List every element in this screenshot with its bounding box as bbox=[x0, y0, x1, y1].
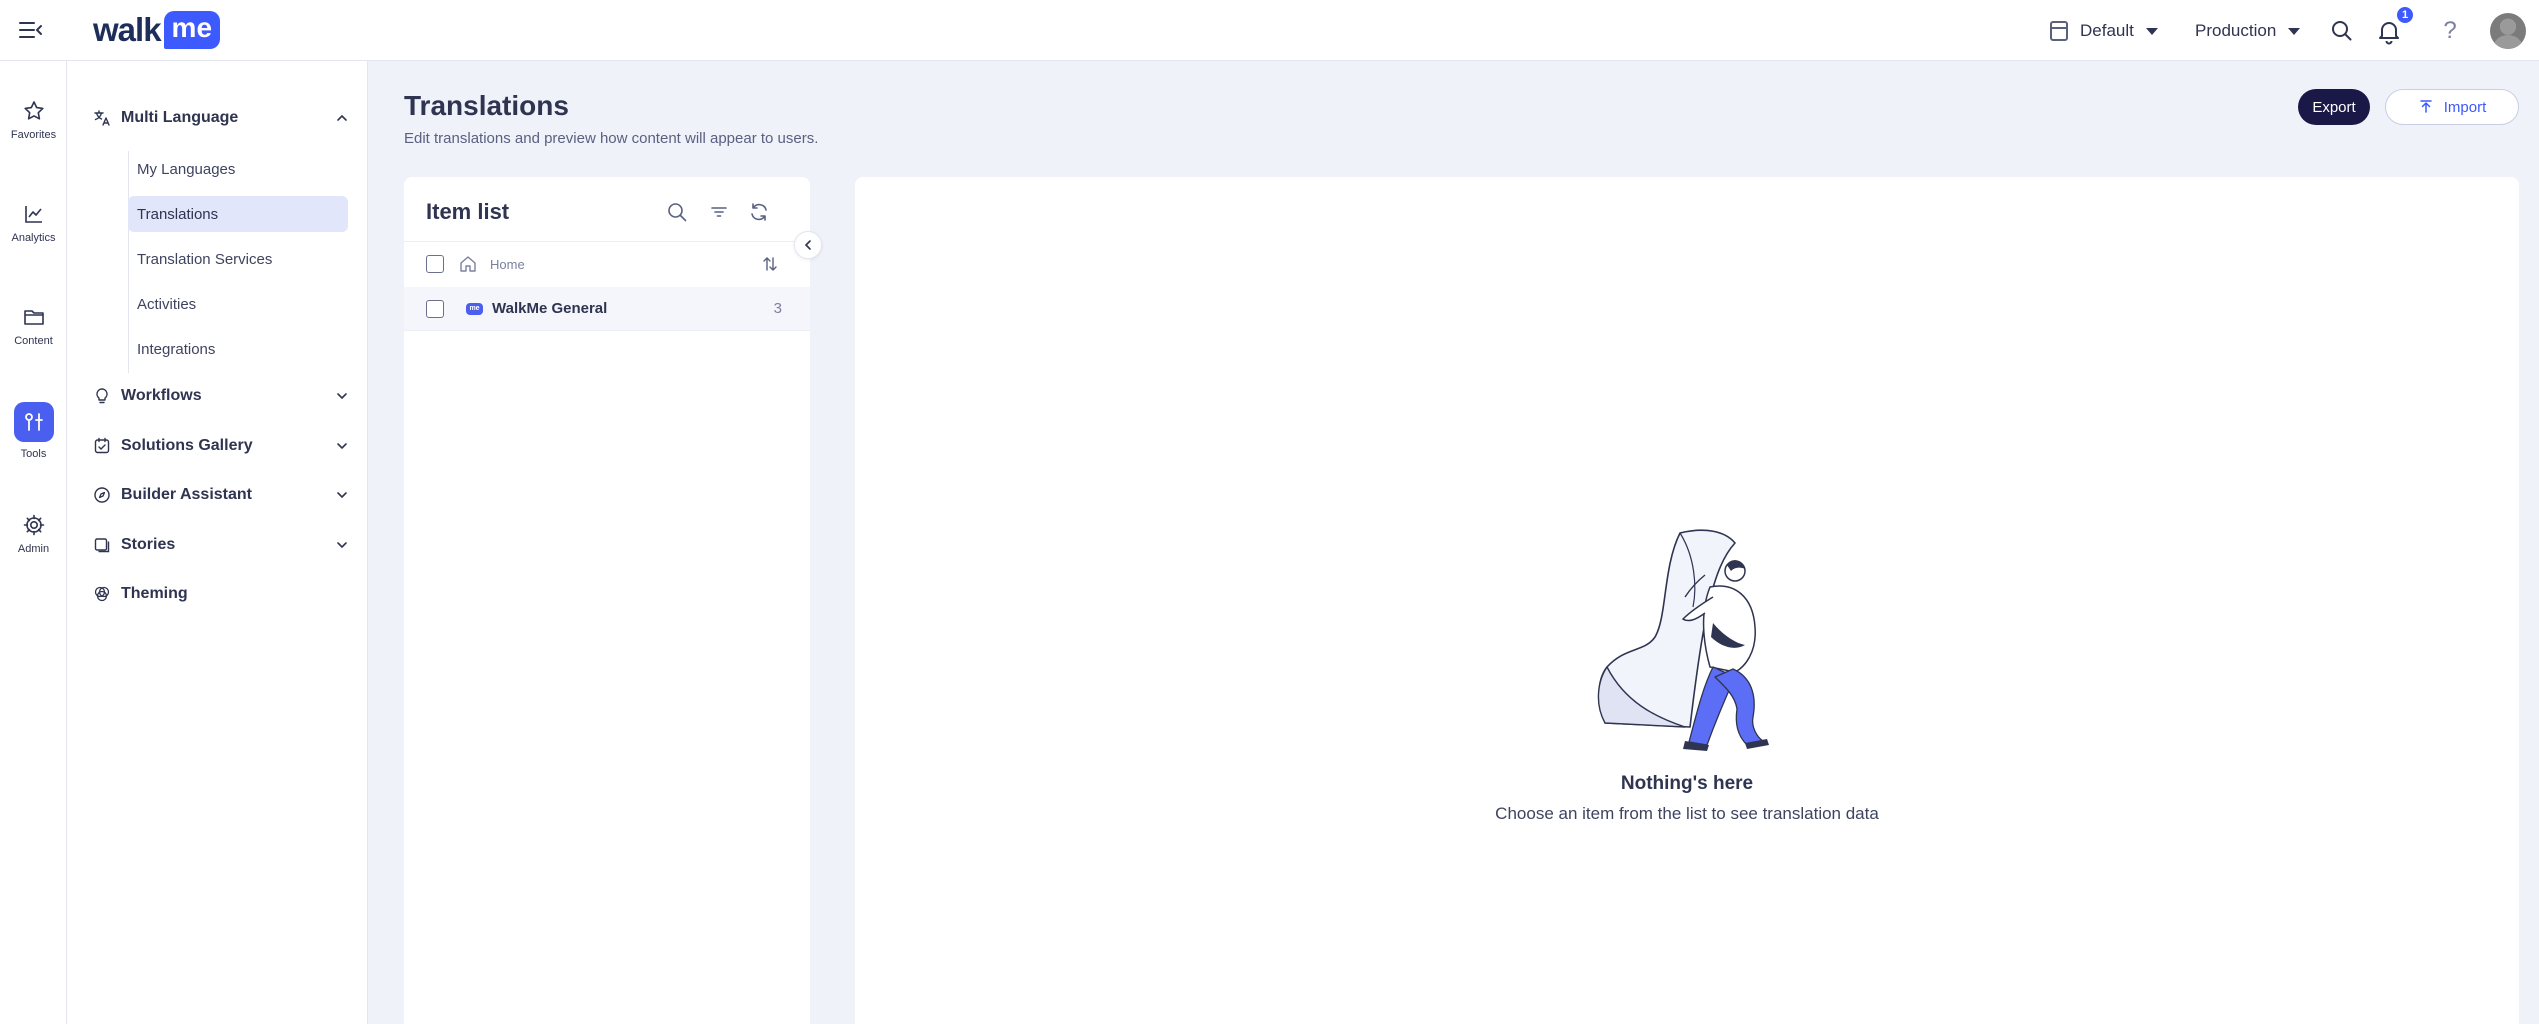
home-icon[interactable] bbox=[458, 254, 478, 274]
export-button[interactable]: Export bbox=[2298, 89, 2370, 125]
gear-icon bbox=[23, 514, 44, 536]
system-selector-label: Default bbox=[2080, 21, 2134, 40]
filter-icon[interactable] bbox=[708, 201, 730, 223]
sidebar-section-stories[interactable]: Stories bbox=[93, 532, 353, 558]
sidebar-item-my-languages[interactable]: My Languages bbox=[128, 151, 348, 187]
sidebar-section-label: Stories bbox=[121, 536, 176, 553]
sidebar-section-builder-assistant[interactable]: Builder Assistant bbox=[93, 482, 353, 508]
item-list-panel: Item list Home me WalkMe General 3 bbox=[404, 177, 810, 1024]
sidebar-section-label: Solutions Gallery bbox=[121, 437, 253, 454]
page-title: Translations bbox=[404, 90, 569, 121]
sidebar-section-solutions-gallery[interactable]: Solutions Gallery bbox=[93, 433, 353, 459]
list-item[interactable]: me WalkMe General 3 bbox=[404, 287, 810, 331]
system-icon bbox=[2050, 21, 2068, 41]
lightbulb-icon bbox=[96, 388, 108, 404]
list-item-label: WalkMe General bbox=[492, 300, 608, 317]
breadcrumb-home[interactable]: Home bbox=[490, 257, 525, 272]
menu-collapse-icon[interactable] bbox=[18, 18, 44, 42]
sidebar: Multi Language My Languages Translations… bbox=[67, 61, 368, 1024]
sort-icon[interactable] bbox=[761, 255, 779, 273]
collapse-panel-button[interactable] bbox=[794, 231, 822, 259]
sidebar-section-multi-language[interactable]: Multi Language bbox=[93, 105, 353, 131]
environment-selector-label: Production bbox=[2195, 21, 2277, 40]
caret-down-icon bbox=[2145, 27, 2158, 35]
chevron-up-icon bbox=[337, 114, 347, 121]
left-rail: Favorites Analytics Content Tools Admin bbox=[0, 61, 67, 1024]
translation-detail-panel: Nothing's here Choose an item from the l… bbox=[855, 177, 2519, 1024]
import-button[interactable]: Import bbox=[2385, 89, 2519, 125]
sidebar-item-integrations[interactable]: Integrations bbox=[128, 331, 348, 367]
sidebar-section-label: Workflows bbox=[121, 387, 202, 404]
list-item-count: 3 bbox=[773, 300, 782, 317]
sidebar-item-translation-services[interactable]: Translation Services bbox=[128, 241, 348, 277]
chevron-down-icon bbox=[337, 542, 347, 549]
environment-selector[interactable]: Production bbox=[2195, 18, 2301, 44]
rail-item-content[interactable]: Content bbox=[0, 305, 67, 347]
rail-label: Admin bbox=[17, 543, 50, 555]
rail-label: Analytics bbox=[11, 232, 56, 244]
rail-item-admin[interactable]: Admin bbox=[0, 513, 67, 555]
item-checkbox[interactable] bbox=[426, 299, 444, 318]
sidebar-section-label: Theming bbox=[121, 585, 188, 602]
chevron-down-icon bbox=[337, 492, 347, 499]
walkme-logo[interactable]: walk me bbox=[93, 10, 221, 50]
chart-icon bbox=[24, 206, 42, 223]
rail-label: Favorites bbox=[10, 129, 57, 141]
tools-icon bbox=[24, 413, 43, 431]
sidebar-section-workflows[interactable]: Workflows bbox=[93, 383, 353, 409]
empty-state-title: Nothing's here bbox=[1620, 773, 1754, 794]
rail-label: Tools bbox=[20, 448, 47, 460]
star-icon bbox=[23, 101, 44, 120]
logo-walk-text: walk bbox=[93, 11, 162, 48]
walkme-chip-icon: me bbox=[466, 302, 483, 315]
sidebar-section-label: Builder Assistant bbox=[121, 486, 252, 503]
refresh-icon[interactable] bbox=[748, 201, 770, 223]
sidebar-section-theming[interactable]: Theming bbox=[93, 581, 353, 607]
palette-icon bbox=[94, 586, 110, 602]
rail-item-tools[interactable]: Tools bbox=[0, 402, 67, 460]
compass-icon bbox=[94, 487, 110, 503]
top-bar: walk me Default Production 1 ? bbox=[0, 0, 2539, 61]
page-subtitle: Edit translations and preview how conten… bbox=[404, 130, 819, 147]
empty-state-illustration bbox=[1597, 529, 1769, 751]
breadcrumb: Home bbox=[404, 242, 810, 286]
import-button-label: Import bbox=[2443, 98, 2487, 116]
avatar[interactable] bbox=[2490, 13, 2526, 49]
rail-label: Content bbox=[14, 335, 53, 347]
empty-state-subtitle: Choose an item from the list to see tran… bbox=[1495, 804, 1879, 823]
upload-icon bbox=[2419, 100, 2432, 113]
chevron-left-icon bbox=[804, 240, 811, 250]
item-list-title: Item list bbox=[426, 199, 510, 224]
chevron-down-icon bbox=[337, 393, 347, 400]
select-all-checkbox[interactable] bbox=[426, 255, 444, 273]
chevron-down-icon bbox=[337, 443, 347, 450]
stories-icon bbox=[94, 538, 110, 553]
logo-me-text: me bbox=[163, 11, 221, 49]
help-icon[interactable]: ? bbox=[2436, 17, 2464, 45]
search-icon[interactable] bbox=[2328, 17, 2356, 45]
folder-icon bbox=[23, 310, 44, 325]
search-icon[interactable] bbox=[666, 201, 688, 223]
sidebar-section-label: Multi Language bbox=[121, 109, 239, 126]
tools-icon-bg bbox=[13, 402, 54, 442]
sidebar-item-translations[interactable]: Translations bbox=[128, 196, 348, 232]
sidebar-item-activities[interactable]: Activities bbox=[128, 286, 348, 322]
translate-icon bbox=[94, 110, 110, 126]
rail-item-analytics[interactable]: Analytics bbox=[0, 202, 67, 244]
system-selector[interactable]: Default bbox=[2050, 18, 2158, 44]
gallery-icon bbox=[94, 437, 110, 454]
caret-down-icon bbox=[2288, 27, 2301, 35]
bell-icon[interactable] bbox=[2375, 17, 2403, 45]
rail-item-favorites[interactable]: Favorites bbox=[0, 99, 67, 141]
notification-badge: 1 bbox=[2397, 7, 2413, 23]
